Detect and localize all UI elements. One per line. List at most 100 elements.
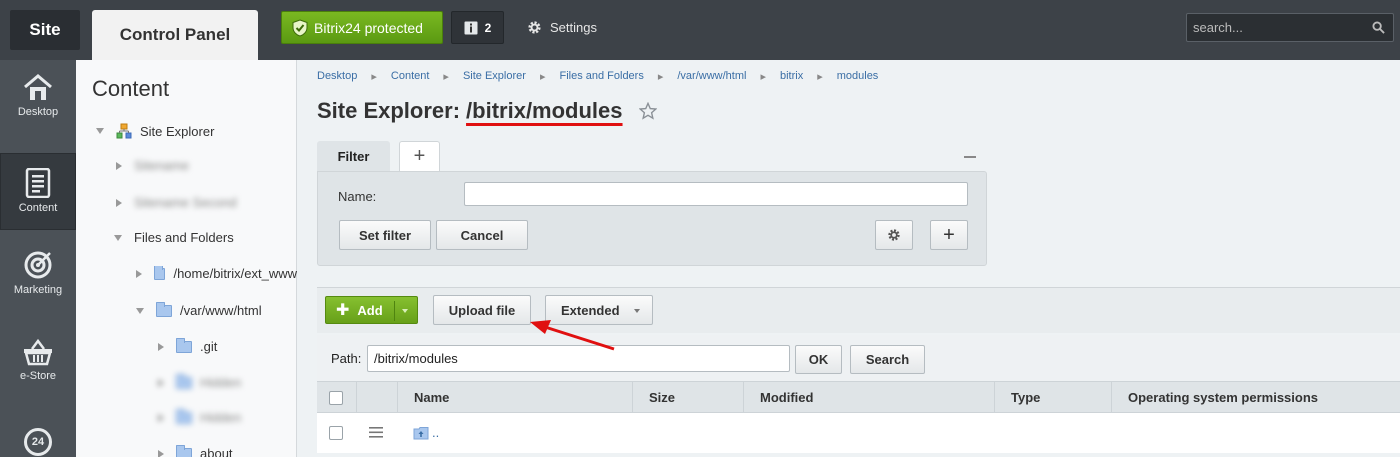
shield-check-icon <box>292 18 308 37</box>
top-bar: Site Control Panel Bitrix24 protected 2 … <box>0 0 1400 60</box>
tab-filter[interactable]: Filter <box>317 141 390 171</box>
sidebar-item-desktop[interactable]: Desktop <box>0 74 76 118</box>
tree-item-site-explorer[interactable]: Site Explorer <box>96 123 214 139</box>
tree-item-site-2[interactable]: Sitename Second <box>116 195 237 210</box>
breadcrumb-item[interactable]: Site Explorer <box>463 70 526 83</box>
bitrix24-protected-button[interactable]: Bitrix24 protected <box>281 11 443 44</box>
sidebar-item-estore[interactable]: e-Store <box>0 338 76 382</box>
tree-label-site-explorer: Site Explorer <box>140 123 215 139</box>
cancel-button[interactable]: Cancel <box>436 220 528 250</box>
toolbar: ✚ Add Upload file Extended <box>317 287 1400 333</box>
site-button[interactable]: Site <box>10 10 80 50</box>
split-divider <box>394 301 395 321</box>
sidebar-label-desktop: Desktop <box>17 106 59 118</box>
document-icon <box>25 168 51 198</box>
ok-button[interactable]: OK <box>795 345 842 374</box>
extended-button[interactable]: Extended <box>545 295 653 325</box>
column-header-permissions[interactable]: Operating system permissions <box>1112 382 1400 413</box>
tree-row-blurred: Hidden <box>158 408 241 425</box>
folder-up-icon <box>413 426 429 439</box>
extended-label: Extended <box>561 302 620 318</box>
breadcrumb-item[interactable]: /var/www/html <box>677 70 746 83</box>
sidebar-item-content[interactable]: Content <box>0 153 76 230</box>
set-filter-button[interactable]: Set filter <box>339 220 431 250</box>
breadcrumb-item[interactable]: Files and Folders <box>559 70 643 83</box>
column-header-name[interactable]: Name <box>398 382 633 413</box>
breadcrumb-item[interactable]: modules <box>837 70 879 83</box>
expand-arrow-icon[interactable] <box>158 342 164 351</box>
tree-item-hidden-1[interactable]: Hidden <box>158 373 241 390</box>
notifications-count: 2 <box>484 20 492 35</box>
breadcrumb-item[interactable]: bitrix <box>780 70 803 83</box>
expand-arrow-icon[interactable] <box>116 161 122 170</box>
page-title-path: /bitrix/modules <box>466 98 623 123</box>
top-search-input[interactable]: search... <box>1186 13 1394 42</box>
expand-arrow-icon[interactable] <box>114 234 122 241</box>
expand-arrow-icon[interactable] <box>96 128 104 134</box>
page-title-prefix: Site Explorer: <box>317 98 461 123</box>
row-checkbox[interactable] <box>329 426 343 440</box>
sidebar-item-bitrix24[interactable]: 24 <box>0 428 76 457</box>
sidebar-item-marketing[interactable]: Marketing <box>0 250 76 296</box>
add-button[interactable]: ✚ Add <box>325 296 418 324</box>
add-label: Add <box>357 302 383 318</box>
sidebar-label-marketing: Marketing <box>13 284 63 296</box>
filter-settings-button[interactable] <box>875 220 913 250</box>
column-header-size[interactable]: Size <box>633 382 744 413</box>
tree-label-blurred: Sitename Second <box>134 195 237 210</box>
search-button[interactable]: Search <box>850 345 925 374</box>
tree-item-git-folder[interactable]: .git <box>158 337 218 354</box>
select-all-checkbox[interactable] <box>329 390 343 405</box>
sidebar-label-estore: e-Store <box>19 370 57 382</box>
name-filter-input[interactable] <box>464 182 968 206</box>
expand-arrow-icon[interactable] <box>136 269 142 278</box>
settings-label: Settings <box>550 19 597 35</box>
expand-arrow-icon[interactable] <box>116 198 122 207</box>
star-icon[interactable] <box>638 102 657 120</box>
chevron-down-icon <box>634 309 640 313</box>
protected-label: Bitrix24 protected <box>314 19 423 36</box>
basket-icon <box>24 338 52 366</box>
tree-item-files-and-folders[interactable]: Files and Folders <box>114 230 234 245</box>
select-all-cell <box>317 382 357 413</box>
chevron-down-icon[interactable] <box>402 309 408 313</box>
breadcrumb-item[interactable]: Content <box>391 70 430 83</box>
hamburger-menu-icon[interactable] <box>369 427 383 438</box>
column-header-modified[interactable]: Modified <box>744 382 995 413</box>
notifications-button[interactable]: 2 <box>451 11 504 44</box>
upload-file-button[interactable]: Upload file <box>433 295 531 325</box>
sitemap-icon <box>116 123 132 139</box>
control-panel-tab[interactable]: Control Panel <box>92 10 258 60</box>
path-input[interactable]: /bitrix/modules <box>367 345 790 372</box>
add-field-button[interactable]: + <box>930 220 968 250</box>
tree-label-var-folder: /var/www/html <box>180 303 262 318</box>
tree-label-files-and-folders: Files and Folders <box>134 230 234 245</box>
filter-panel: Name: Set filter Cancel + <box>317 171 987 266</box>
expand-arrow-icon[interactable] <box>158 449 164 457</box>
gear-icon <box>888 229 900 241</box>
bitrix24-icon: 24 <box>24 428 52 456</box>
home-icon <box>24 74 52 100</box>
parent-folder-link[interactable]: .. <box>413 425 439 440</box>
minimize-icon[interactable] <box>964 156 976 158</box>
expand-arrow-icon[interactable] <box>158 413 164 422</box>
tree-label-git-folder: .git <box>200 339 218 354</box>
tree-item-about-folder[interactable]: about <box>158 444 233 457</box>
tree-item-home-folder[interactable]: /home/bitrix/ext_www <box>136 266 297 281</box>
expand-arrow-icon[interactable] <box>136 307 144 314</box>
folder-icon <box>154 266 166 280</box>
content-tree-panel: Content Site Explorer Sitename Sitename … <box>76 60 297 457</box>
table-row[interactable]: .. <box>317 413 1400 453</box>
search-icon[interactable] <box>1372 21 1385 34</box>
column-header-type[interactable]: Type <box>995 382 1112 413</box>
info-icon <box>464 21 478 34</box>
folder-icon <box>176 444 192 457</box>
add-filter-tab-button[interactable]: + <box>399 141 440 171</box>
tree-item-site-1[interactable]: Sitename <box>116 158 189 173</box>
tree-item-hidden-2[interactable]: Hidden <box>158 408 241 425</box>
tree-label-home-folder: /home/bitrix/ext_www <box>173 266 297 281</box>
expand-arrow-icon[interactable] <box>158 378 164 387</box>
breadcrumb-item[interactable]: Desktop <box>317 70 357 83</box>
settings-button[interactable]: Settings <box>527 14 597 40</box>
tree-item-var-folder[interactable]: /var/www/html <box>136 301 262 318</box>
